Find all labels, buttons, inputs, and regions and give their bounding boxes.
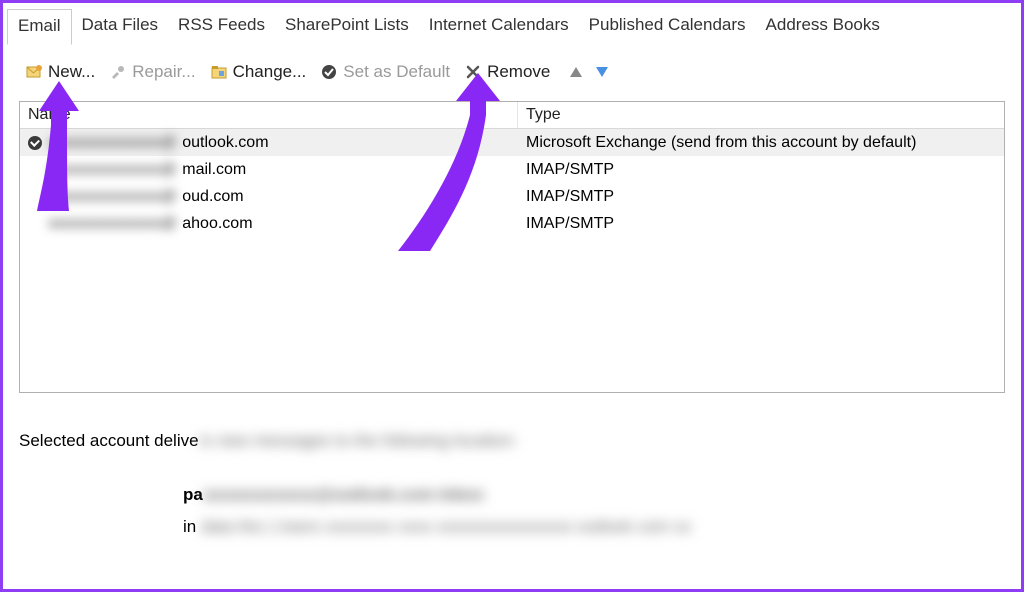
check-circle-icon [320, 63, 338, 81]
tab-address-books[interactable]: Address Books [756, 9, 890, 45]
arrow-down-icon [596, 67, 608, 77]
delivery-location-bold-prefix: pa [183, 485, 203, 504]
delivery-location: paxxxxxxxxxxxx@outlook.com Inbox in data… [3, 451, 1021, 544]
change-folder-icon [210, 63, 228, 81]
change-label: Change... [233, 62, 307, 82]
accounts-list: Name Type xxxxxxxxxxxxxxx@ outlook.com Mi… [19, 101, 1005, 393]
table-row[interactable]: xxxxxxxxxxxxxxx@ mail.com IMAP/SMTP [20, 156, 1004, 183]
account-name-hidden: xxxxxxxxxxxxxxx@ [48, 134, 176, 152]
repair-label: Repair... [132, 62, 195, 82]
set-default-button: Set as Default [316, 59, 454, 85]
delivery-location-line2-blur: data the | Users xxxxxxxx xxxx xxxxxxxxx… [201, 517, 691, 536]
tab-published-calendars[interactable]: Published Calendars [579, 9, 756, 45]
repair-button: Repair... [105, 59, 199, 85]
account-name-suffix: ahoo.com [182, 215, 252, 233]
set-default-label: Set as Default [343, 62, 450, 82]
tab-rss-feeds[interactable]: RSS Feeds [168, 9, 275, 45]
table-row[interactable]: xxxxxxxxxxxxxxx@ outlook.com Microsoft Ex… [20, 129, 1004, 156]
table-row[interactable]: xxxxxxxxxxxxxxx@ oud.com IMAP/SMTP [20, 183, 1004, 210]
tab-email[interactable]: Email [7, 9, 72, 45]
account-name-suffix: oud.com [182, 188, 243, 206]
account-name-hidden: xxxxxxxxxxxxxxx@ [48, 188, 176, 206]
account-type: IMAP/SMTP [518, 215, 1004, 233]
tab-data-files[interactable]: Data Files [72, 9, 169, 45]
account-name-hidden: xxxxxxxxxxxxxxx@ [48, 215, 176, 233]
account-type: Microsoft Exchange (send from this accou… [518, 134, 1004, 152]
column-type[interactable]: Type [518, 102, 1004, 128]
column-name[interactable]: Name [20, 102, 518, 128]
new-label: New... [48, 62, 95, 82]
default-account-icon [28, 136, 42, 150]
account-name-suffix: outlook.com [182, 134, 268, 152]
account-type: IMAP/SMTP [518, 161, 1004, 179]
list-header: Name Type [20, 102, 1004, 129]
repair-icon [109, 63, 127, 81]
tab-internet-calendars[interactable]: Internet Calendars [419, 9, 579, 45]
move-up-button [566, 64, 586, 80]
delivery-location-bold-blur: xxxxxxxxxxxx@outlook.com Inbox [203, 485, 484, 504]
delivery-location-line2-prefix: in [183, 517, 201, 536]
arrow-up-icon [570, 67, 582, 77]
change-button[interactable]: Change... [206, 59, 311, 85]
account-name-suffix: mail.com [182, 161, 246, 179]
remove-button[interactable]: Remove [460, 59, 554, 85]
account-name-hidden: xxxxxxxxxxxxxxx@ [48, 161, 176, 179]
new-mail-icon [25, 63, 43, 81]
tabs-bar: Email Data Files RSS Feeds SharePoint Li… [3, 3, 1021, 45]
toolbar: New... Repair... Change... Set as Defaul… [3, 45, 1021, 95]
tab-sharepoint-lists[interactable]: SharePoint Lists [275, 9, 419, 45]
selected-info-text: Selected account delive [19, 431, 199, 450]
remove-label: Remove [487, 62, 550, 82]
new-button[interactable]: New... [21, 59, 99, 85]
table-row[interactable]: xxxxxxxxxxxxxxx@ ahoo.com IMAP/SMTP [20, 210, 1004, 237]
selected-info-blur: rs new messages to the following locatio… [199, 431, 517, 450]
account-type: IMAP/SMTP [518, 188, 1004, 206]
remove-x-icon [464, 63, 482, 81]
move-down-button[interactable] [592, 64, 612, 80]
selected-account-info: Selected account delivers new messages t… [3, 393, 1021, 451]
